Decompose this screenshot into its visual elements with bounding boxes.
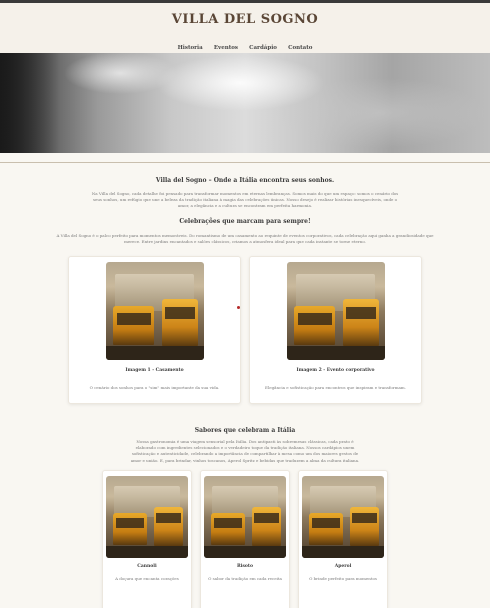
card-caption: Imagem 2 - Evento corporativo bbox=[296, 367, 375, 373]
site-title[interactable]: VILLA DEL SOGNO bbox=[0, 12, 490, 27]
tram-photo bbox=[105, 261, 204, 360]
event-cards: Imagem 1 - Casamento O cenário dos sonho… bbox=[0, 255, 490, 404]
tram-photo bbox=[106, 475, 188, 558]
card-description: O cenário dos sonhos para o "sim" mais i… bbox=[89, 384, 220, 390]
nav-eventos[interactable]: Eventos bbox=[214, 45, 238, 51]
card-description: Elegância e sofisticação para encontros … bbox=[265, 384, 406, 390]
tram-photo bbox=[286, 261, 385, 360]
event-card-corporate[interactable]: Imagem 2 - Evento corporativo Elegância … bbox=[237, 255, 422, 404]
card-description: A doçura que encanta corações bbox=[115, 575, 179, 581]
card-description: O sabor da tradição em cada receita bbox=[208, 575, 282, 581]
food-cards: Cannoli A doçura que encanta corações Ri… bbox=[0, 469, 490, 608]
celebrations-text: A Villa del Sogno é o palco perfeito par… bbox=[56, 232, 434, 244]
carousel-dot[interactable] bbox=[237, 305, 240, 309]
intro-section: Villa del Sogno – Onde a Itália encontra… bbox=[0, 177, 490, 210]
main-nav: Historia Eventos Cardápio Contato bbox=[0, 34, 490, 53]
food-card-cannoli[interactable]: Cannoli A doçura que encanta corações bbox=[102, 469, 192, 608]
nav-contato[interactable]: Contato bbox=[288, 45, 312, 51]
intro-heading: Villa del Sogno – Onde a Itália encontra… bbox=[155, 177, 335, 184]
flavors-section: Sabores que celebram a Itália Nossa gast… bbox=[0, 427, 490, 608]
tram-photo bbox=[204, 475, 286, 558]
section-divider bbox=[0, 162, 490, 163]
card-description: O brinde perfeito para momentos bbox=[309, 575, 377, 581]
flavors-heading: Sabores que celebram a Itália bbox=[194, 426, 296, 434]
flavors-text: Nossa gastronomia é uma viagem sensorial… bbox=[130, 438, 360, 463]
nav-cardapio[interactable]: Cardápio bbox=[249, 45, 277, 51]
card-caption: Aperol bbox=[334, 563, 352, 569]
hero-banner bbox=[0, 53, 490, 153]
site-header: VILLA DEL SOGNO Historia Eventos Cardápi… bbox=[0, 3, 490, 53]
celebrations-heading: Celebrações que marcam para sempre! bbox=[179, 217, 311, 225]
food-card-risoto[interactable]: Risoto O sabor da tradição em cada recei… bbox=[200, 469, 290, 608]
tram-photo bbox=[302, 475, 384, 558]
card-caption: Cannoli bbox=[137, 563, 157, 569]
card-caption: Risoto bbox=[236, 563, 254, 569]
event-card-wedding[interactable]: Imagem 1 - Casamento O cenário dos sonho… bbox=[68, 255, 241, 404]
nav-historia[interactable]: Historia bbox=[178, 45, 203, 51]
food-card-aperol[interactable]: Aperol O brinde perfeito para momentos bbox=[298, 469, 388, 608]
intro-text: Na Villa del Sogno, cada detalhe foi pen… bbox=[91, 191, 399, 209]
card-caption: Imagem 1 - Casamento bbox=[125, 367, 184, 373]
celebrations-section: Celebrações que marcam para sempre! A Vi… bbox=[0, 218, 490, 404]
